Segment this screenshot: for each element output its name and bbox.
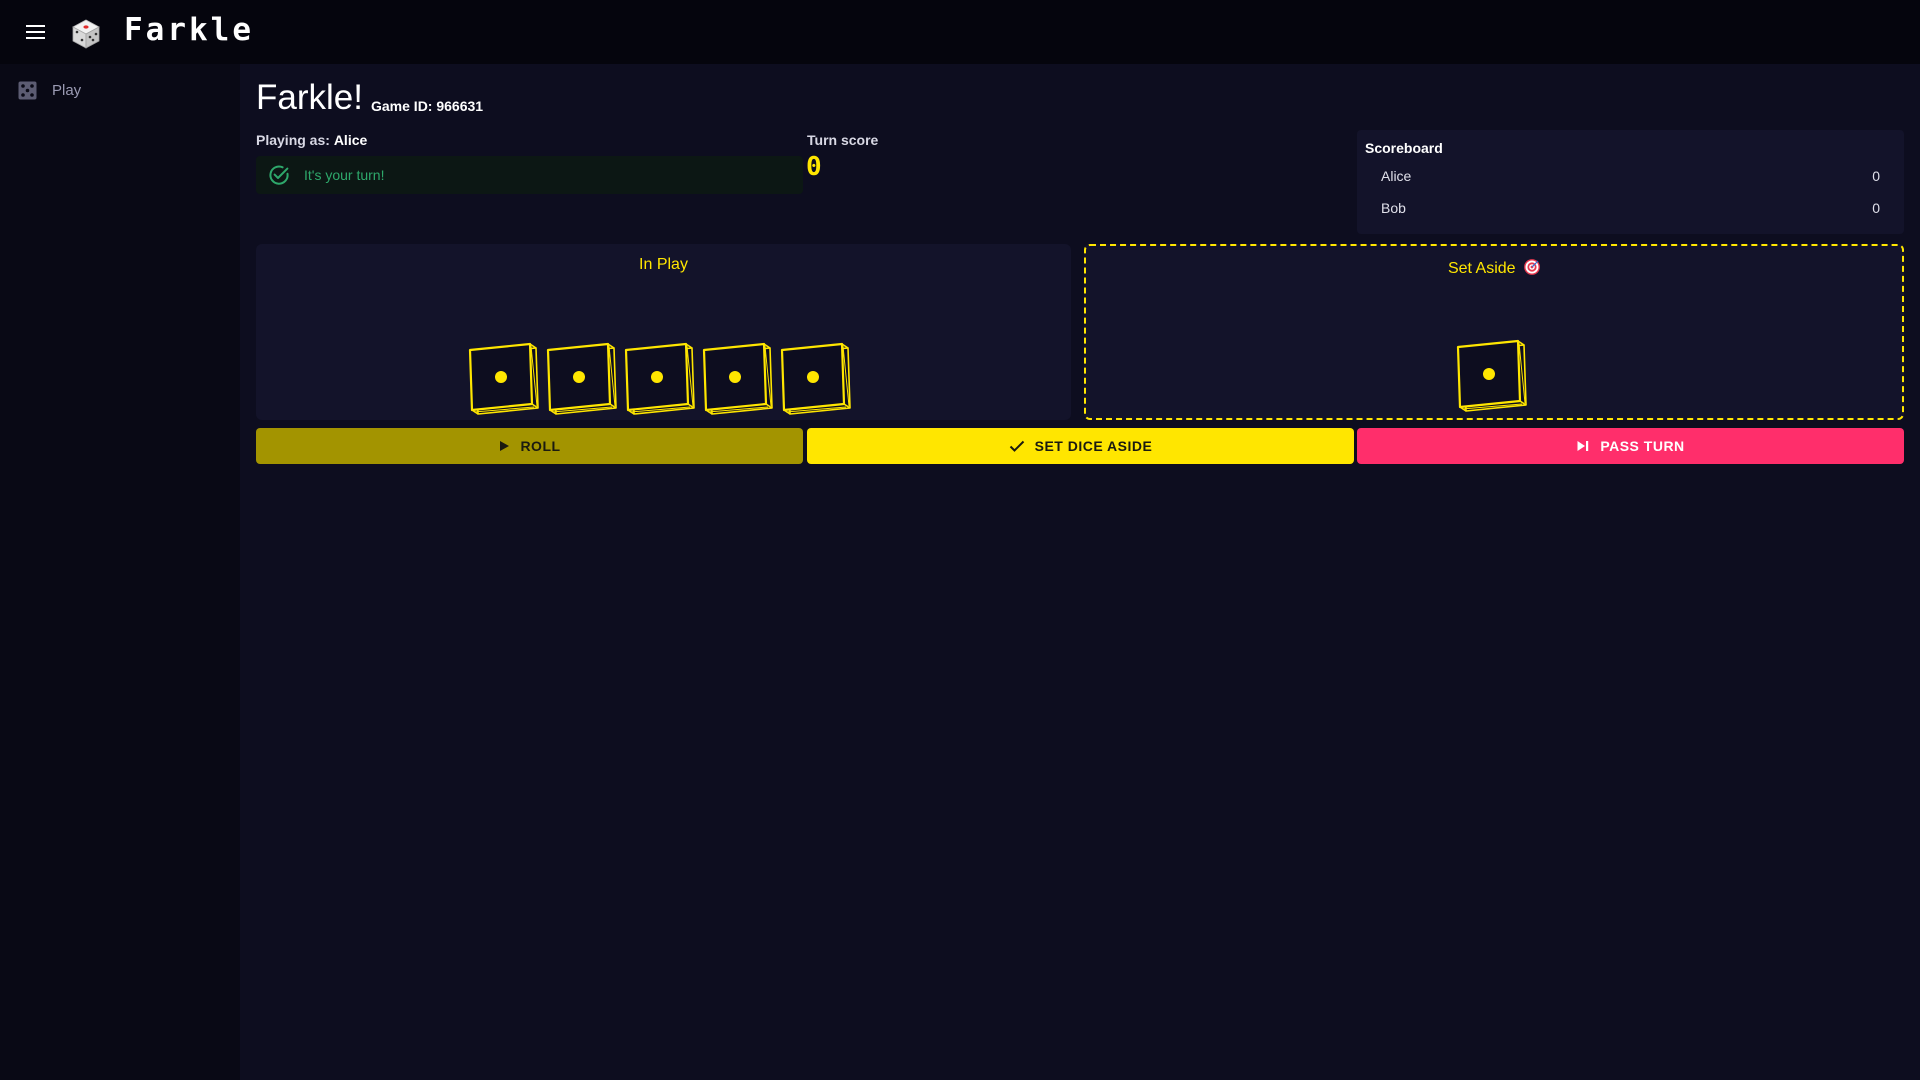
- in-play-die-5[interactable]: [780, 342, 852, 418]
- in-play-die-1[interactable]: [468, 342, 540, 418]
- player-name: Alice: [333, 132, 368, 148]
- game-id: Game ID: 966631: [371, 98, 484, 114]
- turn-alert-text: It's your turn!: [304, 167, 385, 183]
- set-aside-title-text: Set Aside: [1447, 260, 1516, 277]
- turn-score-label: Turn score: [807, 132, 879, 148]
- scoreboard-title: Scoreboard: [1365, 140, 1443, 156]
- in-play-die-4[interactable]: [702, 342, 774, 418]
- pass-turn-button[interactable]: PASS TURN: [1357, 428, 1904, 464]
- score-player-name: Alice: [1381, 168, 1412, 184]
- in-play-die-3[interactable]: [624, 342, 696, 418]
- set-aside-title: Set Aside: [1086, 259, 1902, 278]
- dice-grid-icon: [18, 81, 37, 100]
- set-aside-zone[interactable]: Set Aside: [1084, 244, 1904, 420]
- pass-turn-label: PASS TURN: [1600, 438, 1685, 454]
- in-play-die-2[interactable]: [546, 342, 618, 418]
- in-play-title: In Play: [639, 256, 688, 273]
- playing-as: Playing as: Alice: [256, 132, 367, 148]
- score-row: Alice 0: [1357, 160, 1904, 192]
- check-circle-icon: [269, 165, 289, 185]
- score-player-value: 0: [1872, 168, 1880, 184]
- target-icon: [1524, 259, 1540, 275]
- score-row: Bob 0: [1357, 192, 1904, 224]
- skip-next-icon: [1577, 441, 1589, 451]
- sidebar-item-label: Play: [52, 82, 82, 99]
- playing-as-label: Playing as:: [256, 132, 330, 148]
- roll-button-label: ROLL: [520, 438, 561, 454]
- check-icon: [1009, 440, 1024, 452]
- turn-score-value: 0: [806, 152, 822, 182]
- page-title: Farkle!: [256, 78, 363, 117]
- app-title: Farkle: [124, 12, 254, 48]
- set-dice-aside-button[interactable]: SET DICE ASIDE: [807, 428, 1354, 464]
- set-dice-aside-label: SET DICE ASIDE: [1034, 438, 1153, 454]
- dice-icon: [72, 19, 100, 49]
- set-aside-die-1[interactable]: [1456, 339, 1528, 415]
- score-player-name: Bob: [1381, 200, 1406, 216]
- roll-button[interactable]: ROLL: [256, 428, 803, 464]
- hamburger-menu-icon[interactable]: [22, 20, 50, 44]
- app-bar: Farkle: [0, 0, 1920, 64]
- score-player-value: 0: [1872, 200, 1880, 216]
- in-play-zone: In Play: [256, 244, 1071, 420]
- turn-alert: It's your turn!: [256, 156, 803, 194]
- scoreboard: Scoreboard Alice 0 Bob 0: [1357, 130, 1904, 234]
- sidebar-item-play[interactable]: Play: [0, 72, 240, 108]
- side-nav: Play: [0, 64, 240, 1080]
- play-icon: [500, 441, 510, 451]
